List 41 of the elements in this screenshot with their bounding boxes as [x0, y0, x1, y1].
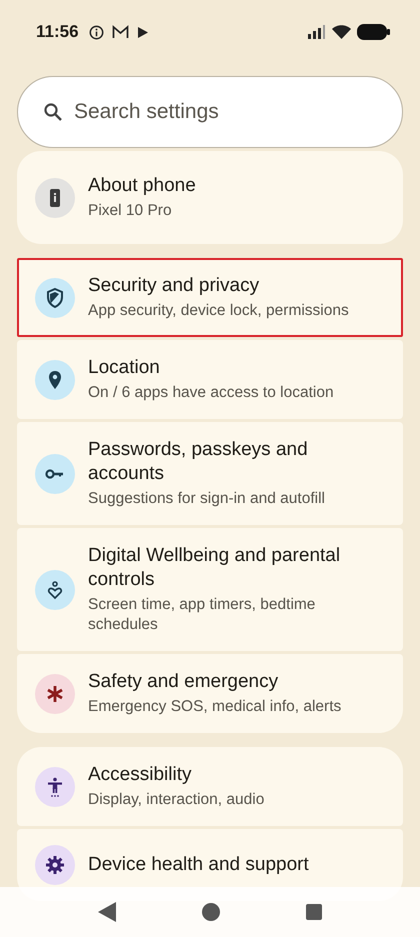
item-title: Passwords, passkeys and accounts — [88, 438, 309, 486]
settings-item[interactable]: Safety and emergency Emergency SOS, medical info, alerts — [17, 654, 403, 733]
item-subtitle: Suggestions for sign-in and autofill — [88, 489, 326, 509]
asterisk-icon — [35, 674, 75, 714]
mail-icon — [112, 25, 129, 39]
shield-icon — [35, 278, 75, 318]
battery-icon — [357, 24, 390, 40]
item-subtitle: Pixel 10 Pro — [88, 201, 173, 221]
accessibility-person-icon — [35, 766, 75, 806]
item-subtitle: App security, device lock, permissions — [88, 301, 349, 321]
play-icon — [136, 26, 149, 38]
item-title: Device health and support — [88, 853, 309, 877]
signal-icon — [307, 25, 326, 39]
item-subtitle: Emergency SOS, medical info, alerts — [88, 697, 342, 717]
search-field[interactable]: Search settings — [17, 76, 403, 148]
item-subtitle: Display, interaction, audio — [88, 790, 264, 810]
back-icon[interactable] — [98, 902, 116, 922]
item-title: About phone — [88, 174, 196, 198]
search-icon — [43, 102, 63, 122]
item-title: Accessibility — [88, 763, 192, 787]
home-icon[interactable] — [202, 903, 220, 921]
heart-person-icon — [35, 570, 75, 610]
wifi-icon — [332, 24, 351, 40]
item-subtitle: On / 6 apps have access to location — [88, 383, 334, 403]
key-icon — [35, 454, 75, 494]
settings-item[interactable]: Accessibility Display, interaction, audio — [17, 747, 403, 826]
item-title: Security and privacy — [88, 274, 260, 298]
item-title: Safety and emergency — [88, 670, 280, 694]
settings-item[interactable]: Location On / 6 apps have access to location — [17, 340, 403, 419]
item-subtitle: Screen time, app timers, bedtime schedules — [88, 595, 316, 635]
location-pin-icon — [35, 360, 75, 400]
settings-item[interactable]: Passwords, passkeys and accounts Suggestions for sign-in and autofill — [17, 422, 403, 525]
gear-icon — [35, 845, 75, 885]
settings-item[interactable]: About phone Pixel 10 Pro — [17, 151, 403, 244]
settings-item[interactable]: Security and privacy App security, device lock, permissions — [17, 258, 403, 337]
settings-item[interactable]: Digital Wellbeing and parental controls Screen time, app timers, bedtime schedules — [17, 528, 403, 651]
status-time: 11:56 — [36, 22, 79, 42]
item-title: Digital Wellbeing and parental controls — [88, 544, 342, 592]
phone-info-icon — [35, 178, 75, 218]
item-title: Location — [88, 356, 161, 380]
info-icon — [88, 24, 104, 40]
